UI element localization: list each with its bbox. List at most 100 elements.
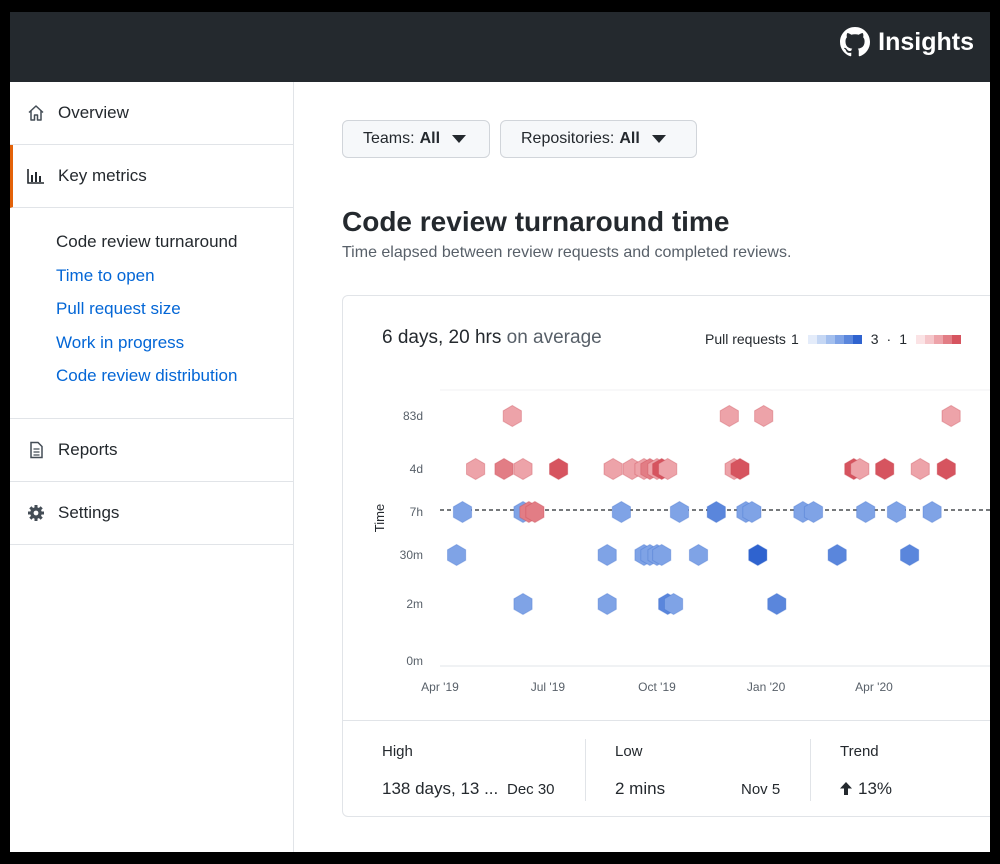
sidebar-item-settings[interactable]: Settings xyxy=(10,482,293,545)
hex-point xyxy=(856,500,876,524)
hex-point xyxy=(922,500,942,524)
legend-swatch xyxy=(943,334,952,344)
hex-point xyxy=(719,404,739,428)
home-icon xyxy=(26,102,48,124)
y-tick-label: 0m xyxy=(406,654,423,668)
repositories-filter-dropdown[interactable]: Repositories: All xyxy=(500,120,697,158)
hex-point xyxy=(688,543,709,567)
hex-point xyxy=(549,457,569,481)
sidebar-item-overview[interactable]: Overview xyxy=(10,82,293,145)
sidebar: Overview Key metrics Code review turnaro… xyxy=(10,82,294,852)
hex-point xyxy=(886,500,907,524)
hex-point xyxy=(941,404,961,428)
x-tick-label: Jul '19 xyxy=(531,680,566,694)
legend-blue-scale xyxy=(807,334,862,344)
legend-label: Pull requests xyxy=(705,331,786,347)
sidebar-item-key-metrics[interactable]: Key metrics xyxy=(10,145,293,208)
hex-point xyxy=(597,543,617,567)
hex-point xyxy=(502,404,522,428)
brand[interactable]: Insights xyxy=(840,27,974,57)
hex-point xyxy=(669,500,690,524)
teams-filter-dropdown[interactable]: Teams: All xyxy=(342,120,490,158)
hex-point xyxy=(447,543,467,567)
file-icon xyxy=(26,439,48,461)
legend-swatch xyxy=(816,334,826,344)
hex-point xyxy=(597,592,617,616)
sidebar-item-label: Overview xyxy=(58,103,129,122)
x-tick-label: Oct '19 xyxy=(638,680,676,694)
y-tick-label: 2m xyxy=(406,597,423,611)
github-octocat-icon xyxy=(840,27,871,57)
legend-swatch xyxy=(925,334,934,344)
hex-point xyxy=(730,457,750,481)
turnaround-hexbin-chart: 0m 2m 30m 7h 4d 83d Apr '19 Jul '19 Oct '19 Jan … xyxy=(372,389,990,694)
teams-filter-label: Teams: xyxy=(363,130,415,147)
legend-swatch xyxy=(852,334,862,344)
app-window: Insights Overview Key metrics Code revie… xyxy=(10,12,990,852)
sidebar-item-label: Key metrics xyxy=(58,166,147,185)
legend-swatch xyxy=(952,334,961,344)
page-title: Code review turnaround time xyxy=(342,206,730,237)
legend-min: 1 xyxy=(790,331,799,347)
hex-point xyxy=(936,457,956,481)
hex-point xyxy=(900,543,920,567)
hex-point xyxy=(494,457,514,481)
hex-point xyxy=(658,457,678,481)
x-tick-label: Jan '20 xyxy=(747,680,786,694)
stat-high-date: Dec 30 xyxy=(507,781,555,798)
stat-low-label: Low xyxy=(615,743,643,760)
stat-divider xyxy=(585,739,586,801)
stat-high-label: High xyxy=(382,743,413,760)
app-title: Insights xyxy=(878,27,974,56)
legend-swatch xyxy=(825,334,835,344)
hex-point xyxy=(452,500,473,524)
stat-divider xyxy=(810,739,811,801)
legend-swatch xyxy=(843,334,853,344)
hex-point xyxy=(742,500,762,524)
subnav-time-to-open[interactable]: Time to open xyxy=(56,266,293,300)
legend-swatch xyxy=(934,334,943,344)
caret-down-icon xyxy=(452,135,467,143)
y-axis-ticks: 0m 2m 30m 7h 4d 83d xyxy=(400,409,423,668)
hex-point xyxy=(664,592,684,616)
hex-point xyxy=(525,500,545,524)
bar-chart-icon xyxy=(26,165,48,187)
subnav-code-review-turnaround[interactable]: Code review turnaround xyxy=(56,232,293,266)
stat-low: Low 2 mins Nov 5 xyxy=(615,721,815,816)
sidebar-item-reports[interactable]: Reports xyxy=(10,419,293,482)
stat-low-date: Nov 5 xyxy=(741,781,781,798)
x-axis-ticks: Apr '19 Jul '19 Oct '19 Jan '20 Apr '20 xyxy=(421,680,893,694)
legend-red-scale xyxy=(916,334,961,344)
hex-point xyxy=(767,592,787,616)
legend-max: 3 xyxy=(870,331,879,347)
legend-swatch xyxy=(807,334,817,344)
subnav-code-review-distribution[interactable]: Code review distribution xyxy=(56,366,293,400)
legend-swatch xyxy=(916,334,925,344)
caret-down-icon xyxy=(651,135,666,143)
subnav-work-in-progress[interactable]: Work in progress xyxy=(56,333,293,367)
average-value: 6 days, 20 hrs xyxy=(382,327,502,348)
hex-point xyxy=(910,457,930,481)
chart-legend: Pull requests 1 3 · 1 xyxy=(705,331,961,347)
y-tick-label: 30m xyxy=(400,548,423,562)
gear-icon xyxy=(26,502,48,524)
hex-point xyxy=(513,457,533,481)
stat-high: High 138 days, 13 ... Dec 30 xyxy=(382,721,582,816)
hex-point xyxy=(603,457,623,481)
stat-trend: Trend 13% xyxy=(840,721,990,816)
average-summary: 6 days, 20 hrs on average xyxy=(382,327,602,349)
hex-point xyxy=(803,500,824,524)
x-tick-label: Apr '19 xyxy=(421,680,459,694)
sidebar-item-label: Reports xyxy=(58,439,118,459)
hex-point xyxy=(706,500,726,524)
key-metrics-subnav: Code review turnaround Time to open Pull… xyxy=(10,208,293,419)
y-tick-label: 83d xyxy=(403,409,423,423)
hex-point xyxy=(850,457,870,481)
subnav-pull-request-size[interactable]: Pull request size xyxy=(56,299,293,333)
legend-min-2: 1 xyxy=(899,331,907,347)
metric-card: 6 days, 20 hrs on average Pull requests … xyxy=(342,295,990,817)
stat-low-value: 2 mins xyxy=(615,779,666,798)
arrow-up-icon xyxy=(840,782,852,795)
y-tick-label: 4d xyxy=(410,462,423,476)
average-suffix: on average xyxy=(506,327,602,348)
